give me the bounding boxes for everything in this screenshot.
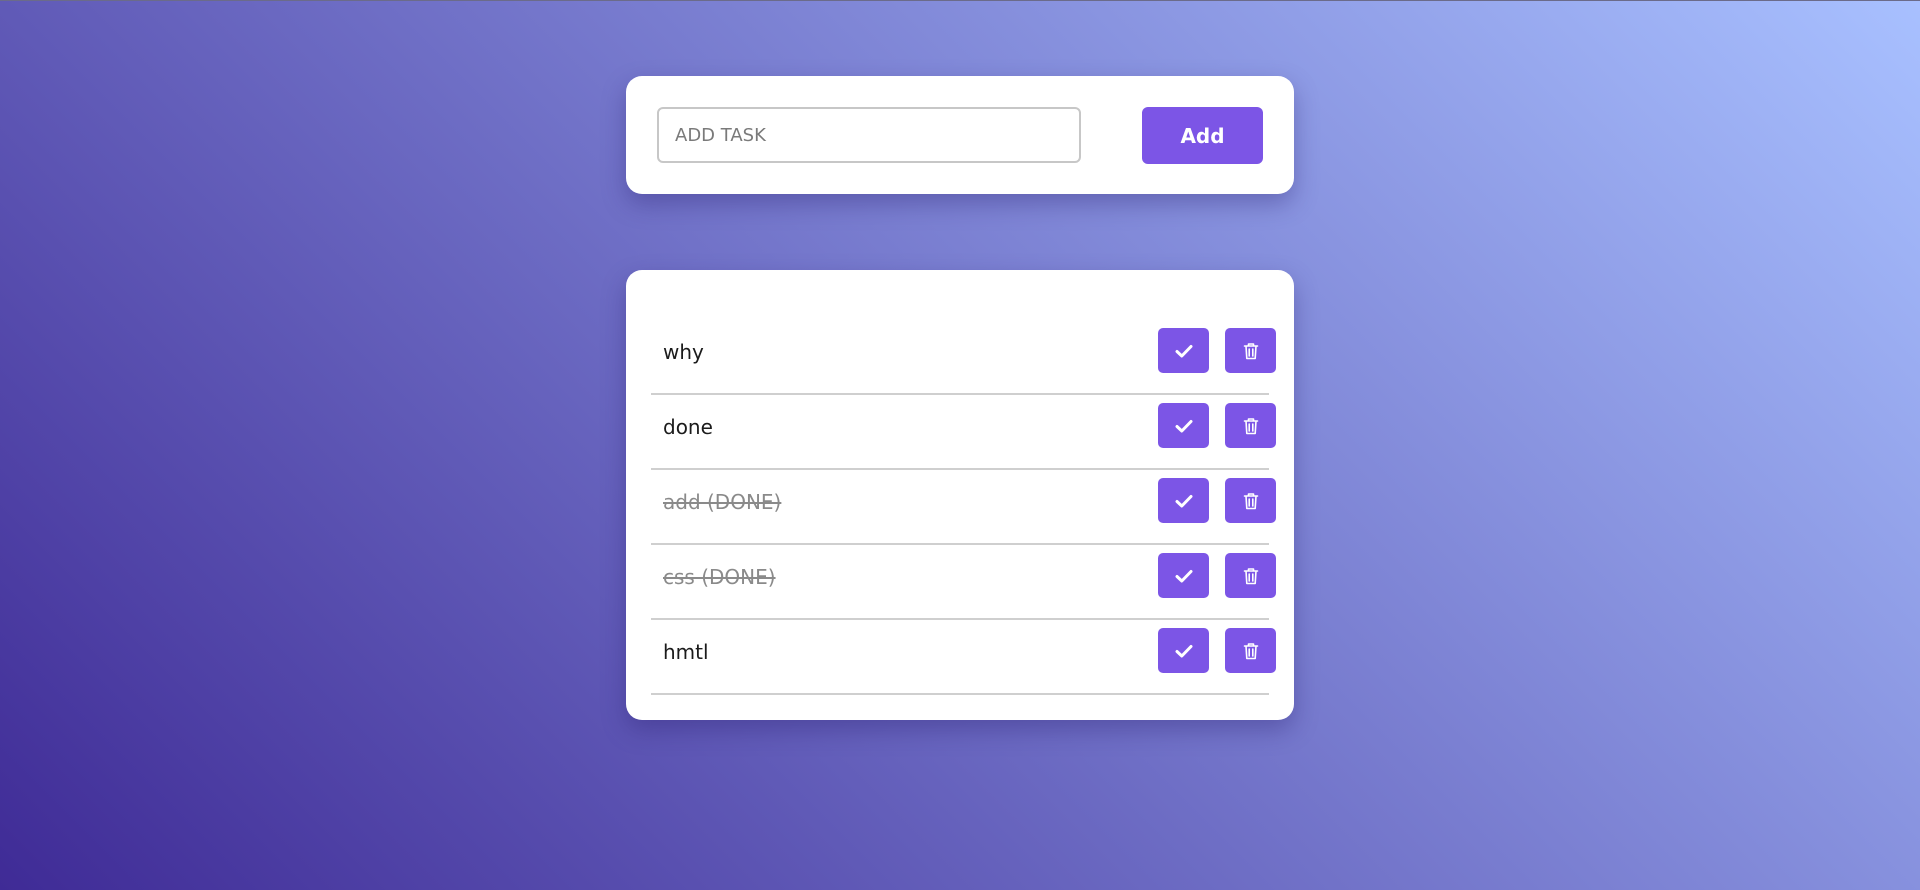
complete-task-button[interactable] xyxy=(1158,628,1209,673)
task-item: why xyxy=(651,320,1276,395)
task-text: css (DONE) xyxy=(663,565,776,589)
check-icon xyxy=(1175,419,1193,433)
add-task-button[interactable]: Add xyxy=(1142,107,1263,164)
trash-icon xyxy=(1243,417,1259,435)
task-item: done xyxy=(651,395,1276,470)
delete-task-button[interactable] xyxy=(1225,628,1276,673)
trash-icon xyxy=(1243,492,1259,510)
complete-task-button[interactable] xyxy=(1158,328,1209,373)
complete-task-button[interactable] xyxy=(1158,478,1209,523)
task-item: css (DONE) xyxy=(651,545,1276,620)
delete-task-button[interactable] xyxy=(1225,328,1276,373)
delete-task-button[interactable] xyxy=(1225,478,1276,523)
delete-task-button[interactable] xyxy=(1225,403,1276,448)
task-text: hmtl xyxy=(663,640,709,664)
trash-icon xyxy=(1243,642,1259,660)
add-task-input[interactable] xyxy=(657,107,1081,163)
check-icon xyxy=(1175,494,1193,508)
delete-task-button[interactable] xyxy=(1225,553,1276,598)
task-list-card: why done add (DONE) css (DONE) hmtl xyxy=(626,270,1294,720)
check-icon xyxy=(1175,644,1193,658)
task-text: done xyxy=(663,415,713,439)
check-icon xyxy=(1175,569,1193,583)
task-text: why xyxy=(663,340,704,364)
task-text: add (DONE) xyxy=(663,490,782,514)
top-border-line xyxy=(0,0,1920,1)
task-item: hmtl xyxy=(651,620,1276,695)
task-list: why done add (DONE) css (DONE) hmtl xyxy=(651,320,1276,695)
trash-icon xyxy=(1243,342,1259,360)
trash-icon xyxy=(1243,567,1259,585)
complete-task-button[interactable] xyxy=(1158,553,1209,598)
task-item: add (DONE) xyxy=(651,470,1276,545)
add-task-card: Add xyxy=(626,76,1294,194)
check-icon xyxy=(1175,344,1193,358)
complete-task-button[interactable] xyxy=(1158,403,1209,448)
